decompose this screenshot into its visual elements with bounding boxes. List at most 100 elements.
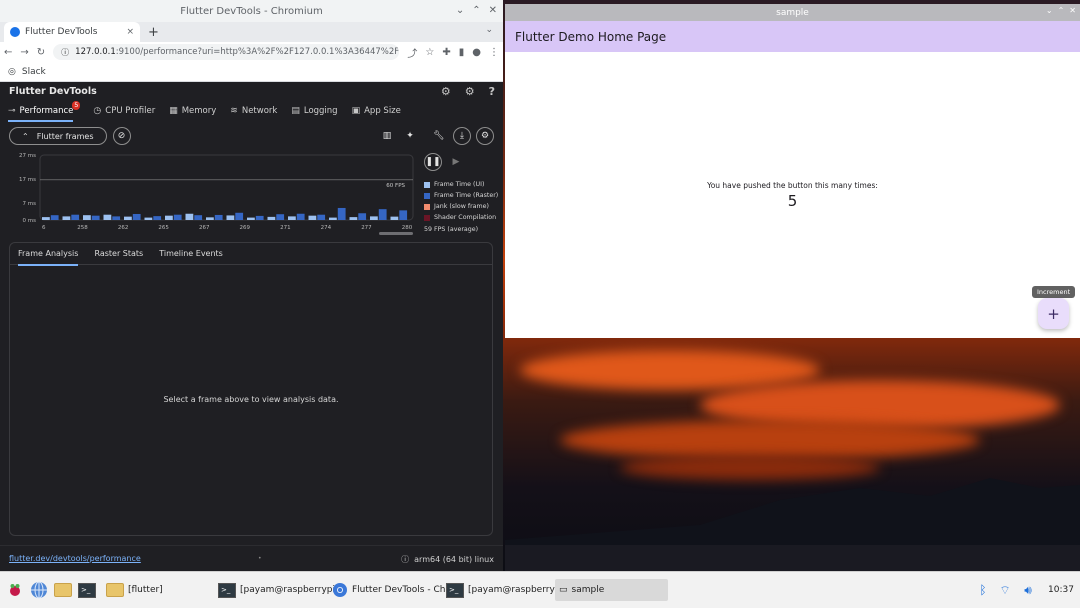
performance-overlay-button[interactable]: ▥	[378, 127, 396, 145]
x-tick-label: 258	[77, 225, 88, 231]
forward-icon[interactable]: →	[20, 47, 28, 58]
side-panel-icon[interactable]: ▮	[459, 47, 465, 58]
export-button[interactable]: ⤓	[453, 127, 471, 145]
cpu-profiler-icon: ◷	[93, 106, 102, 116]
fps-average: 59 FPS (average)	[424, 226, 479, 233]
add-icon: +	[1047, 304, 1060, 323]
info-icon[interactable]: ⓘ	[401, 554, 409, 565]
window-title: Flutter DevTools - Chromium	[180, 5, 323, 17]
analysis-empty-message: Select a frame above to view analysis da…	[163, 395, 339, 404]
chromium-titlebar: Flutter DevTools - Chromium ⌄ ⌃ ✕	[0, 0, 503, 22]
new-tab-button[interactable]: +	[148, 22, 159, 42]
minimize-icon[interactable]: ⌄	[1046, 6, 1053, 15]
profile-icon[interactable]: ●	[472, 47, 481, 58]
settings-icon[interactable]: ⚙	[465, 85, 475, 98]
browser-launcher-icon[interactable]	[30, 581, 48, 599]
bar-chart-icon: ▥	[382, 131, 392, 141]
help-icon[interactable]: ?	[489, 85, 495, 98]
flutter-frames-toggle-button[interactable]: ⌃ Flutter frames	[9, 127, 107, 145]
menu-icon[interactable]: ⋮	[489, 47, 499, 58]
devtools-tabs: ⊸ Performance 5 ◷ CPU Profiler ▦ Memory …	[0, 100, 503, 122]
extensions-settings-icon[interactable]: ⚙	[441, 85, 451, 98]
tab-performance[interactable]: ⊸ Performance 5	[8, 100, 81, 122]
share-icon[interactable]: ⤴	[407, 45, 417, 60]
raster-frame-bar	[132, 213, 141, 220]
bookmark-star-icon[interactable]: ☆	[425, 47, 434, 58]
tab-strip: Flutter DevTools × + ⌄	[0, 22, 503, 42]
bookmark-slack[interactable]: Slack	[22, 67, 46, 77]
window-icon: ▭	[559, 585, 568, 595]
tab-search-chevron-icon[interactable]: ⌄	[485, 25, 493, 35]
flutter-frames-chart[interactable]: 27 ms 17 ms 7 ms 0 ms 60 FPS 6 258 262 265 267 269…	[9, 153, 415, 235]
counter-value: 5	[787, 192, 798, 210]
raspberry-menu-icon[interactable]	[6, 581, 24, 599]
tab-label: App Size	[364, 106, 401, 116]
clear-button[interactable]: ⊘	[112, 127, 131, 145]
raster-frame-bar	[358, 213, 367, 220]
site-info-icon[interactable]: ⓘ	[61, 47, 69, 58]
enhance-tracing-button[interactable]: ✦	[401, 127, 419, 145]
browser-toolbar: ← → ↻ ⓘ 127.0.0.1:9100/performance?uri=h…	[0, 42, 503, 62]
raster-frame-bar	[399, 210, 408, 220]
increment-button[interactable]: +	[1038, 298, 1069, 329]
tab-close-icon[interactable]: ×	[126, 27, 134, 37]
ui-frame-bar	[103, 214, 112, 220]
raster-frame-bar	[112, 216, 121, 220]
frames-chart-legend: ❚❚ ▶ Frame Time (UI) Frame Time (Raster) J…	[424, 153, 499, 233]
taskbar-item-flutter-folder[interactable]: [flutter]	[102, 579, 167, 601]
reload-icon[interactable]: ↻	[37, 47, 45, 58]
devtools-header: Flutter DevTools ⚙ ⚙ ?	[0, 82, 503, 100]
chart-scrollbar	[379, 232, 413, 235]
ui-frame-bar	[247, 217, 255, 220]
footer-docs-link[interactable]: flutter.dev/devtools/performance	[9, 554, 141, 563]
back-icon[interactable]: ←	[4, 47, 12, 58]
tab-timeline-events[interactable]: Timeline Events	[159, 243, 223, 265]
wifi-icon[interactable]: ⌔	[996, 581, 1014, 599]
taskbar-item-chromium[interactable]: Flutter DevTools - Ch...	[328, 579, 458, 601]
file-manager-icon[interactable]	[54, 581, 72, 599]
tab-raster-stats[interactable]: Raster Stats	[94, 243, 143, 265]
raster-frame-bar	[317, 214, 326, 220]
legend-item: Frame Time (Raster)	[424, 190, 499, 201]
performance-settings-button[interactable]: ⚙	[476, 127, 494, 145]
bluetooth-icon[interactable]: ᛒ	[974, 581, 992, 599]
raster-frame-bar	[173, 214, 182, 220]
x-tick-label: 262	[118, 225, 129, 231]
ui-frame-bar	[308, 215, 317, 220]
tab-label: Performance	[19, 106, 74, 116]
ui-frame-bar	[124, 216, 132, 220]
y-tick-label: 0 ms	[23, 218, 37, 224]
network-icon: ≋	[230, 106, 238, 116]
resume-button[interactable]: ▶	[447, 153, 465, 171]
footer-separator: •	[258, 555, 262, 562]
clock[interactable]: 10:37	[1044, 579, 1078, 601]
tab-cpu-profiler[interactable]: ◷ CPU Profiler	[93, 100, 155, 122]
address-bar[interactable]: ⓘ 127.0.0.1:9100/performance?uri=http%3A…	[53, 44, 400, 60]
more-debugging-options-button[interactable]: 🔧︎	[430, 127, 448, 145]
devtools-footer: flutter.dev/devtools/performance • ⓘ arm…	[0, 545, 503, 571]
pause-button[interactable]: ❚❚	[424, 153, 442, 171]
block-icon: ⊘	[117, 131, 126, 141]
browser-tab-devtools[interactable]: Flutter DevTools ×	[4, 22, 140, 42]
volume-icon[interactable]: 🔊︎	[1019, 581, 1037, 599]
taskbar-item-sample[interactable]: ▭ sample	[555, 579, 668, 601]
extensions-icon[interactable]: ✚	[442, 47, 450, 58]
tab-app-size[interactable]: ▣ App Size	[352, 100, 401, 122]
legend-item: Shader Compilation	[424, 212, 499, 223]
chromium-icon	[333, 583, 347, 597]
maximize-icon[interactable]: ⌃	[472, 5, 480, 16]
close-icon[interactable]: ✕	[1069, 6, 1076, 15]
terminal-launcher-icon[interactable]: >_	[78, 581, 96, 599]
tab-frame-analysis[interactable]: Frame Analysis	[18, 243, 79, 266]
legend-swatch	[424, 181, 430, 188]
legend-label: Jank (slow frame)	[434, 203, 489, 210]
tab-label: CPU Profiler	[105, 106, 156, 116]
tab-logging[interactable]: ▤ Logging	[291, 100, 337, 122]
logging-icon: ▤	[291, 106, 300, 116]
tab-memory[interactable]: ▦ Memory	[169, 100, 216, 122]
tab-network[interactable]: ≋ Network	[230, 100, 277, 122]
minimize-icon[interactable]: ⌄	[456, 5, 464, 16]
close-icon[interactable]: ✕	[489, 5, 497, 16]
ui-frame-bar	[42, 217, 50, 220]
maximize-icon[interactable]: ⌃	[1058, 6, 1065, 15]
